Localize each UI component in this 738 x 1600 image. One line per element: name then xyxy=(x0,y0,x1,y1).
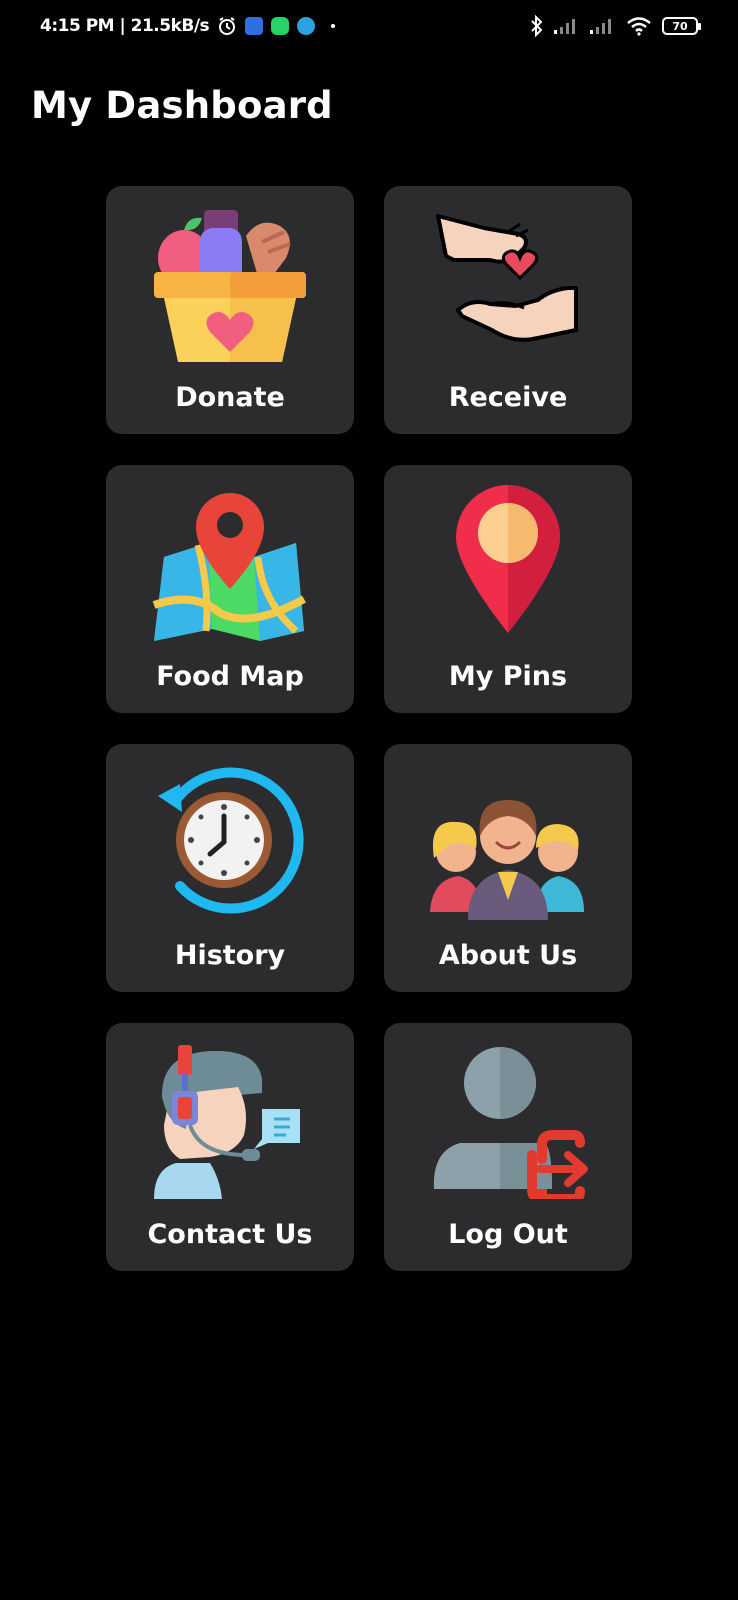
logout-user-icon xyxy=(428,1039,588,1204)
whatsapp-icon xyxy=(271,17,290,35)
tile-label-food-map: Food Map xyxy=(156,661,304,692)
battery-icon: 70 xyxy=(662,17,701,35)
tile-label-about-us: About Us xyxy=(438,940,578,971)
bluetooth-icon xyxy=(531,15,543,37)
page-title: My Dashboard xyxy=(31,84,333,127)
alarm-icon xyxy=(219,17,236,35)
tile-contact-us[interactable]: Contact Us xyxy=(106,1023,354,1271)
signal-icon-2 xyxy=(590,19,611,34)
tile-label-my-pins: My Pins xyxy=(448,661,568,692)
location-pin-icon xyxy=(428,481,588,641)
status-left: 4:15 PM | 21.5kB/s xyxy=(40,16,336,36)
food-basket-icon xyxy=(150,202,310,362)
tile-log-out[interactable]: Log Out xyxy=(384,1023,632,1271)
tile-receive[interactable]: Receive xyxy=(384,186,632,434)
status-time: 4:15 PM | 21.5kB/s xyxy=(40,16,210,36)
battery-level: 70 xyxy=(672,19,688,33)
message-app-icon xyxy=(245,17,264,35)
wifi-icon xyxy=(627,17,651,36)
tile-label-history: History xyxy=(174,940,286,971)
dashboard-grid: Donate Receive Food Map My Pins History … xyxy=(106,186,632,1271)
tile-food-map[interactable]: Food Map xyxy=(106,465,354,713)
notification-dot-icon xyxy=(331,24,336,28)
history-clock-icon xyxy=(150,760,310,920)
telegram-icon xyxy=(297,17,316,35)
signal-icon-1 xyxy=(554,19,575,34)
status-right: 70 xyxy=(530,15,701,37)
status-bar: 4:15 PM | 21.5kB/s 70 xyxy=(0,0,738,52)
tile-about-us[interactable]: About Us xyxy=(384,744,632,992)
map-pin-icon xyxy=(150,481,310,641)
tile-label-receive: Receive xyxy=(448,382,568,413)
team-icon xyxy=(428,760,588,920)
tile-history[interactable]: History xyxy=(106,744,354,992)
tile-label-donate: Donate xyxy=(175,382,285,413)
tile-label-contact-us: Contact Us xyxy=(147,1219,313,1250)
tile-label-log-out: Log Out xyxy=(448,1219,568,1250)
hands-heart-icon xyxy=(428,202,588,362)
tile-donate[interactable]: Donate xyxy=(106,186,354,434)
tile-my-pins[interactable]: My Pins xyxy=(384,465,632,713)
support-agent-icon xyxy=(150,1039,310,1199)
